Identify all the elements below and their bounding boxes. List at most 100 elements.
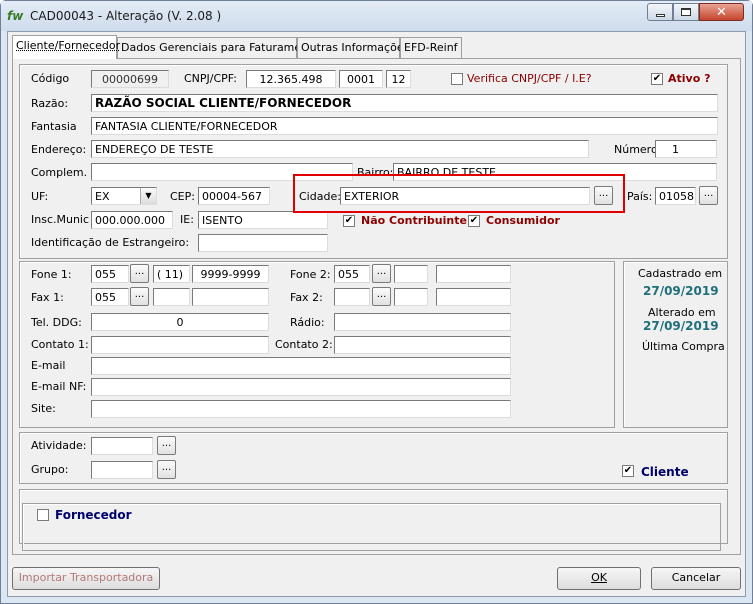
ie-label: IE: [180,213,194,226]
site-field[interactable] [91,400,511,418]
id-estrangeiro-field[interactable] [198,234,328,252]
pais-label: País: [627,190,653,203]
codigo-label: Código [31,72,70,85]
fax1-number-field[interactable] [192,288,269,306]
minimize-button[interactable] [647,3,673,21]
tab-cliente-fornecedor[interactable]: Cliente/Fornecedor [12,35,120,59]
atividade-search-button[interactable]: ... [157,436,176,455]
cidade-field[interactable]: EXTERIOR [340,187,590,205]
fax2-number-field[interactable] [436,288,511,306]
numero-field[interactable]: 1 [655,140,717,158]
inscmunic-label: Insc.Munic [31,213,90,226]
cep-field[interactable]: 00004-567 [198,187,270,205]
uf-value: EX [95,190,110,203]
ativo-label: Ativo ? [668,72,711,85]
fantasia-label: Fantasia [31,120,77,133]
site-label: Site: [31,402,56,415]
emailnf-label: E-mail NF: [31,380,87,393]
id-estrangeiro-label: Identificação de Estrangeiro: [31,236,190,249]
tab-dados-gerenciais[interactable]: Dados Gerenciais para Faturamento [117,37,319,58]
fone1-number-field[interactable]: 9999-9999 [192,265,269,283]
uf-label: UF: [31,190,49,203]
cliente-checkbox[interactable]: ✔ [622,465,634,477]
ok-button[interactable]: OK [557,567,641,590]
close-icon: ✕ [716,4,727,20]
fax1-search-button[interactable]: ... [130,287,149,306]
importar-transportadora-button[interactable]: Importar Transportadora [12,567,160,590]
razao-field[interactable]: RAZÃO SOCIAL CLIENTE/FORNECEDOR [91,94,718,112]
fone2-label: Fone 2: [290,268,331,281]
codigo-field[interactable]: 00000699 [91,70,169,88]
fornecedor-checkbox[interactable] [37,509,49,521]
fax2-search-button[interactable]: ... [372,287,391,306]
email-label: E-mail [31,359,66,372]
tab-label: EFD-Reinf [404,41,458,54]
fone1-country-field[interactable]: 055 [91,265,129,283]
title-bar[interactable]: fw CAD00043 - Alteração (V. 2.08 ) ✕ [1,1,752,31]
ativo-checkbox[interactable]: ✔ [651,73,663,85]
cidade-search-button[interactable]: ... [594,186,613,205]
fone2-area-field[interactable] [394,265,428,283]
fone2-search-button[interactable]: ... [372,264,391,283]
verifica-label: Verifica CNPJ/CPF / I.E? [467,72,592,85]
email-field[interactable] [91,357,511,375]
pais-search-button[interactable]: ... [699,186,718,205]
fone1-label: Fone 1: [31,268,72,281]
cnpj-field-2[interactable]: 0001 [339,70,383,88]
teldgg-label: Tel. DDG: [31,316,82,329]
cancel-button[interactable]: Cancelar [651,567,741,590]
razao-label: Razão: [31,97,69,110]
consumidor-label: Consumidor [486,214,560,227]
atividade-field[interactable] [91,437,153,455]
close-button[interactable]: ✕ [699,3,744,21]
fax2-country-field[interactable] [334,288,370,306]
cnpj-field-3[interactable]: 12 [386,70,411,88]
cep-label: CEP: [170,190,195,203]
endereco-label: Endereço: [31,143,87,156]
fax2-area-field[interactable] [394,288,428,306]
nao-contribuinte-label: Não Contribuinte [361,214,467,227]
contato1-label: Contato 1: [31,338,89,351]
radio-field[interactable] [334,313,511,331]
cidade-label: Cidade: [299,190,341,203]
cnpj-field-1[interactable]: 12.365.498 [246,70,336,88]
emailnf-field[interactable] [91,378,511,396]
alterado-label: Alterado em [648,306,716,319]
fornecedor-label: Fornecedor [55,508,132,522]
cliente-label: Cliente [641,465,689,479]
minimize-icon [655,13,665,17]
maximize-button[interactable] [673,3,699,21]
cadastrado-label: Cadastrado em [638,267,723,280]
fone2-number-field[interactable] [436,265,511,283]
fax1-country-field[interactable]: 055 [91,288,129,306]
contato1-field[interactable] [91,336,269,354]
contato2-field[interactable] [334,336,511,354]
ie-field[interactable]: ISENTO [198,211,328,229]
fantasia-field[interactable]: FANTASIA CLIENTE/FORNECEDOR [91,117,718,135]
chevron-down-icon[interactable]: ▼ [140,188,156,204]
tab-outras-informacoes[interactable]: Outras Informações [297,37,409,58]
tab-efd-reinf[interactable]: EFD-Reinf [400,37,462,58]
teldgg-field[interactable]: 0 [91,313,269,331]
fax2-label: Fax 2: [290,291,323,304]
consumidor-checkbox[interactable]: ✔ [468,215,480,227]
atividade-label: Atividade: [31,439,87,452]
grupo-label: Grupo: [31,463,69,476]
fone1-area-field[interactable]: ( 11) [153,265,190,283]
cancel-label: Cancelar [671,571,721,584]
grupo-field[interactable] [91,461,153,479]
inscmunic-field[interactable]: 000.000.000 [91,211,173,229]
fone2-country-field[interactable]: 055 [334,265,370,283]
fax1-area-field[interactable] [153,288,190,306]
cnpj-label: CNPJ/CPF: [184,72,237,85]
nao-contribuinte-checkbox[interactable]: ✔ [343,215,355,227]
uf-select[interactable]: EX ▼ [91,187,157,205]
ultima-compra-label: Última Compra [642,340,725,353]
tab-label: Outras Informações [301,41,410,54]
grupo-search-button[interactable]: ... [157,460,176,479]
pais-field[interactable]: 01058 [655,187,696,205]
alterado-value: 27/09/2019 [643,319,719,333]
endereco-field[interactable]: ENDEREÇO DE TESTE [91,140,589,158]
fone1-search-button[interactable]: ... [130,264,149,283]
verifica-checkbox[interactable] [451,73,463,85]
